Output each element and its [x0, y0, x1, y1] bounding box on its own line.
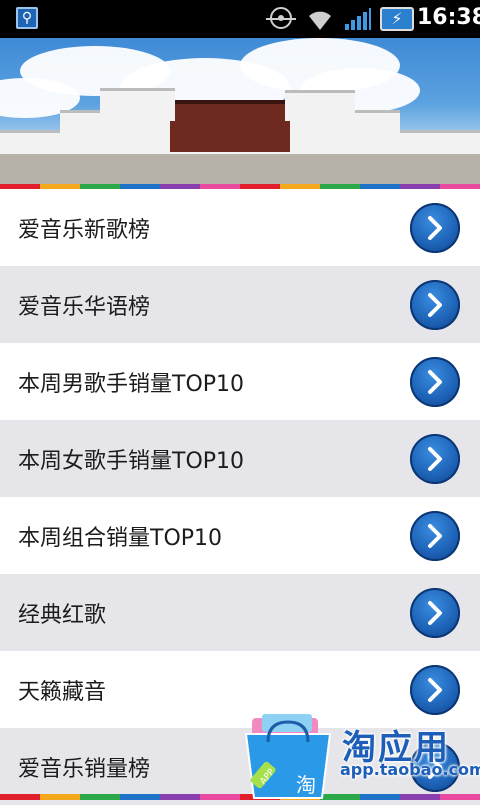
signal-icon [345, 8, 371, 30]
gps-icon [266, 7, 296, 29]
status-bar: ⚲ ⚡ 16:38 [0, 0, 480, 38]
taobao-app-badge: APP 淘 淘应用 app.taobao.com [238, 704, 480, 800]
list-item[interactable]: 爱音乐新歌榜 [0, 189, 480, 266]
list-item-label: 天籁藏音 [18, 679, 107, 705]
chevron-right-icon[interactable] [410, 202, 460, 253]
status-time: 16:38 [417, 5, 480, 30]
list-item-label: 经典红歌 [18, 602, 107, 628]
banner-image [0, 38, 480, 184]
chevron-right-icon[interactable] [410, 279, 460, 330]
chevron-right-icon[interactable] [410, 433, 460, 484]
wifi-icon [309, 11, 331, 30]
list-item-label: 本周女歌手销量TOP10 [18, 448, 245, 474]
list-item[interactable]: 本周组合销量TOP10 [0, 497, 480, 574]
chevron-right-icon[interactable] [410, 356, 460, 407]
battery-charging-icon: ⚡ [380, 7, 414, 31]
list-item[interactable]: 本周女歌手销量TOP10 [0, 420, 480, 497]
list-item-label: 本周组合销量TOP10 [18, 525, 223, 551]
chevron-right-icon[interactable] [410, 587, 460, 638]
bag-glyph: 淘 [296, 773, 316, 797]
badge-url: app.taobao.com [340, 760, 480, 779]
list-item-label: 爱音乐华语榜 [18, 294, 151, 320]
shopping-bag-icon: APP 淘 [244, 714, 332, 799]
list-item-label: 爱音乐新歌榜 [18, 217, 151, 243]
list-item[interactable]: 本周男歌手销量TOP10 [0, 343, 480, 420]
chevron-right-icon[interactable] [410, 510, 460, 561]
list-item-label: 本周男歌手销量TOP10 [18, 371, 245, 397]
list-item[interactable]: 经典红歌 [0, 574, 480, 651]
list-item[interactable]: 爱音乐华语榜 [0, 266, 480, 343]
list-item-label: 爱音乐销量榜 [18, 756, 151, 782]
usb-icon: ⚲ [16, 7, 38, 29]
